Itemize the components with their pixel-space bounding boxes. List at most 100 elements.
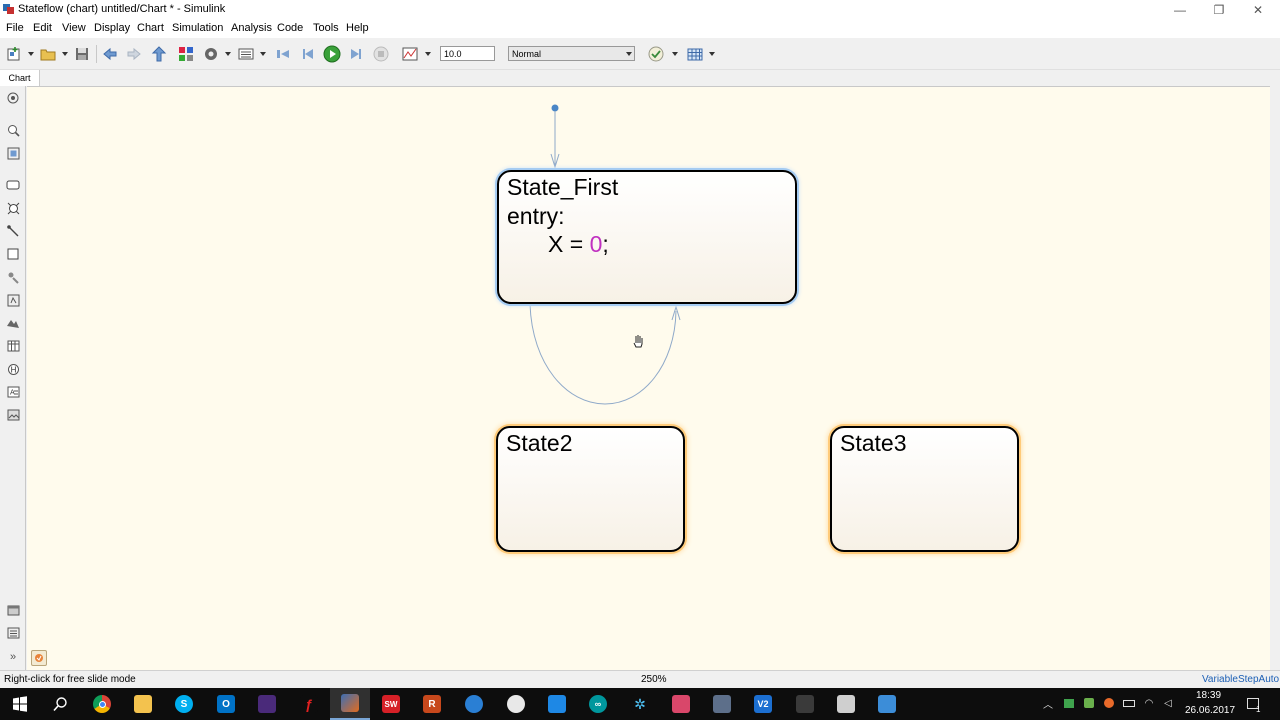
taskbar-skype[interactable]: S xyxy=(164,688,204,720)
fit-to-view-button[interactable] xyxy=(5,145,21,161)
self-loop-transition[interactable] xyxy=(529,303,677,405)
property-inspector-button[interactable] xyxy=(5,625,21,641)
taskbar-chrome[interactable] xyxy=(82,688,122,720)
taskbar-network-app[interactable]: ✲ xyxy=(620,688,660,720)
taskbar-app-pink[interactable] xyxy=(661,688,701,720)
taskbar-app-monitor[interactable] xyxy=(867,688,907,720)
save-button[interactable] xyxy=(72,44,92,64)
taskbar-app-v2[interactable]: V2 xyxy=(743,688,783,720)
taskbar-app-tool[interactable] xyxy=(826,688,866,720)
status-solver-link[interactable]: VariableStepAuto xyxy=(1202,674,1279,685)
model-browser-button[interactable] xyxy=(5,602,21,618)
library-browser-button[interactable] xyxy=(176,44,196,64)
step-forward-button[interactable] xyxy=(346,44,366,64)
box-tool[interactable] xyxy=(5,246,21,262)
stop-button[interactable] xyxy=(371,44,391,64)
outlook-icon: O xyxy=(217,695,235,713)
restore-button[interactable]: ❐ xyxy=(1199,0,1239,20)
battery-tray-button[interactable] xyxy=(1122,696,1136,710)
default-transition-tool[interactable] xyxy=(5,223,21,239)
image-tool[interactable] xyxy=(5,407,21,423)
minimize-button[interactable]: — xyxy=(1160,0,1200,20)
menu-display[interactable]: Display xyxy=(94,22,130,34)
wifi-tray-button[interactable]: ◠ xyxy=(1142,696,1156,710)
clock-date[interactable]: 26.06.2017 xyxy=(1185,705,1235,716)
start-button[interactable] xyxy=(0,688,40,720)
volume-tray-button[interactable]: ◁ xyxy=(1161,696,1175,710)
state-2[interactable]: State2 xyxy=(496,426,685,552)
new-model-button[interactable] xyxy=(4,44,24,64)
simulink-function-tool[interactable] xyxy=(5,292,21,308)
taskbar-app-purple[interactable] xyxy=(247,688,287,720)
chevron-down-icon[interactable] xyxy=(709,52,715,56)
menu-help[interactable]: Help xyxy=(346,22,369,34)
matlab-function-tool[interactable] xyxy=(5,315,21,331)
back-button[interactable] xyxy=(100,44,120,64)
zoom-button[interactable] xyxy=(5,122,21,138)
chevron-down-icon[interactable] xyxy=(28,52,34,56)
chevron-down-icon[interactable] xyxy=(260,52,266,56)
taskbar-outlook[interactable]: O xyxy=(206,688,246,720)
model-explorer-button[interactable] xyxy=(236,44,256,64)
taskbar-arduino[interactable]: ∞ xyxy=(578,688,618,720)
chart-canvas[interactable]: State_First entry: X = 0; State2 State3 xyxy=(27,86,1270,670)
truth-table-tool[interactable] xyxy=(5,338,21,354)
menu-view[interactable]: View xyxy=(62,22,86,34)
tray-app-icon[interactable] xyxy=(1082,696,1096,710)
step-backward-button[interactable] xyxy=(298,44,318,64)
taskbar-app-chat[interactable] xyxy=(537,688,577,720)
forward-button[interactable] xyxy=(124,44,144,64)
stop-time-input[interactable]: 10.0 xyxy=(440,46,495,61)
menu-chart[interactable]: Chart xyxy=(137,22,164,34)
menu-analysis[interactable]: Analysis xyxy=(231,22,272,34)
check-button[interactable] xyxy=(646,44,666,64)
taskbar-app-network[interactable] xyxy=(702,688,742,720)
menu-edit[interactable]: Edit xyxy=(33,22,52,34)
default-transition-dot[interactable] xyxy=(551,104,559,112)
expand-palette-button[interactable]: » xyxy=(5,649,21,665)
taskbar-acrobat[interactable]: ƒ xyxy=(289,688,329,720)
tray-app-icon-2[interactable] xyxy=(1102,696,1116,710)
drive-tray-icon[interactable] xyxy=(1062,696,1076,710)
model-settings-button[interactable] xyxy=(201,44,221,64)
chevron-down-icon[interactable] xyxy=(425,52,431,56)
tab-chart[interactable]: Chart xyxy=(0,70,40,86)
up-button[interactable] xyxy=(149,44,169,64)
menu-file[interactable]: File xyxy=(6,22,24,34)
transition-junction-tool[interactable] xyxy=(5,200,21,216)
state-first[interactable]: State_First entry: X = 0; xyxy=(497,170,797,304)
build-button[interactable] xyxy=(685,44,705,64)
search-button[interactable] xyxy=(40,688,80,720)
taskbar-app-clipboard[interactable] xyxy=(785,688,825,720)
graphical-function-tool[interactable] xyxy=(5,269,21,285)
simulation-mode-select[interactable]: Normal xyxy=(508,46,635,61)
run-button[interactable] xyxy=(322,44,342,64)
close-window-button[interactable]: ✕ xyxy=(1238,0,1278,20)
vertical-scrollbar[interactable] xyxy=(1270,86,1280,670)
chevron-down-icon[interactable] xyxy=(62,52,68,56)
windows-icon xyxy=(13,696,27,712)
taskbar-solidworks[interactable]: SW xyxy=(371,688,411,720)
step-back-button[interactable] xyxy=(273,44,293,64)
menu-code[interactable]: Code xyxy=(277,22,303,34)
open-button[interactable] xyxy=(38,44,58,64)
menu-simulation[interactable]: Simulation xyxy=(172,22,223,34)
explorer-bar-button[interactable] xyxy=(31,650,47,666)
clock-time[interactable]: 18:39 xyxy=(1196,690,1221,701)
taskbar-app-hand[interactable] xyxy=(496,688,536,720)
menu-tools[interactable]: Tools xyxy=(313,22,339,34)
state-3[interactable]: State3 xyxy=(830,426,1019,552)
annotation-tool[interactable]: A xyxy=(5,384,21,400)
status-zoom: 250% xyxy=(641,674,667,685)
chevron-down-icon[interactable] xyxy=(225,52,231,56)
scope-button[interactable] xyxy=(400,44,420,64)
hide-show-explorer-button[interactable] xyxy=(5,90,21,106)
chevron-down-icon[interactable] xyxy=(672,52,678,56)
taskbar-matlab[interactable] xyxy=(330,688,370,720)
taskbar-file-explorer[interactable] xyxy=(123,688,163,720)
history-junction-tool[interactable]: H xyxy=(5,361,21,377)
taskbar-rstudio[interactable]: R xyxy=(412,688,452,720)
show-hidden-icons-button[interactable]: ︿ xyxy=(1041,696,1055,711)
state-tool[interactable] xyxy=(5,177,21,193)
taskbar-app-blue[interactable] xyxy=(454,688,494,720)
